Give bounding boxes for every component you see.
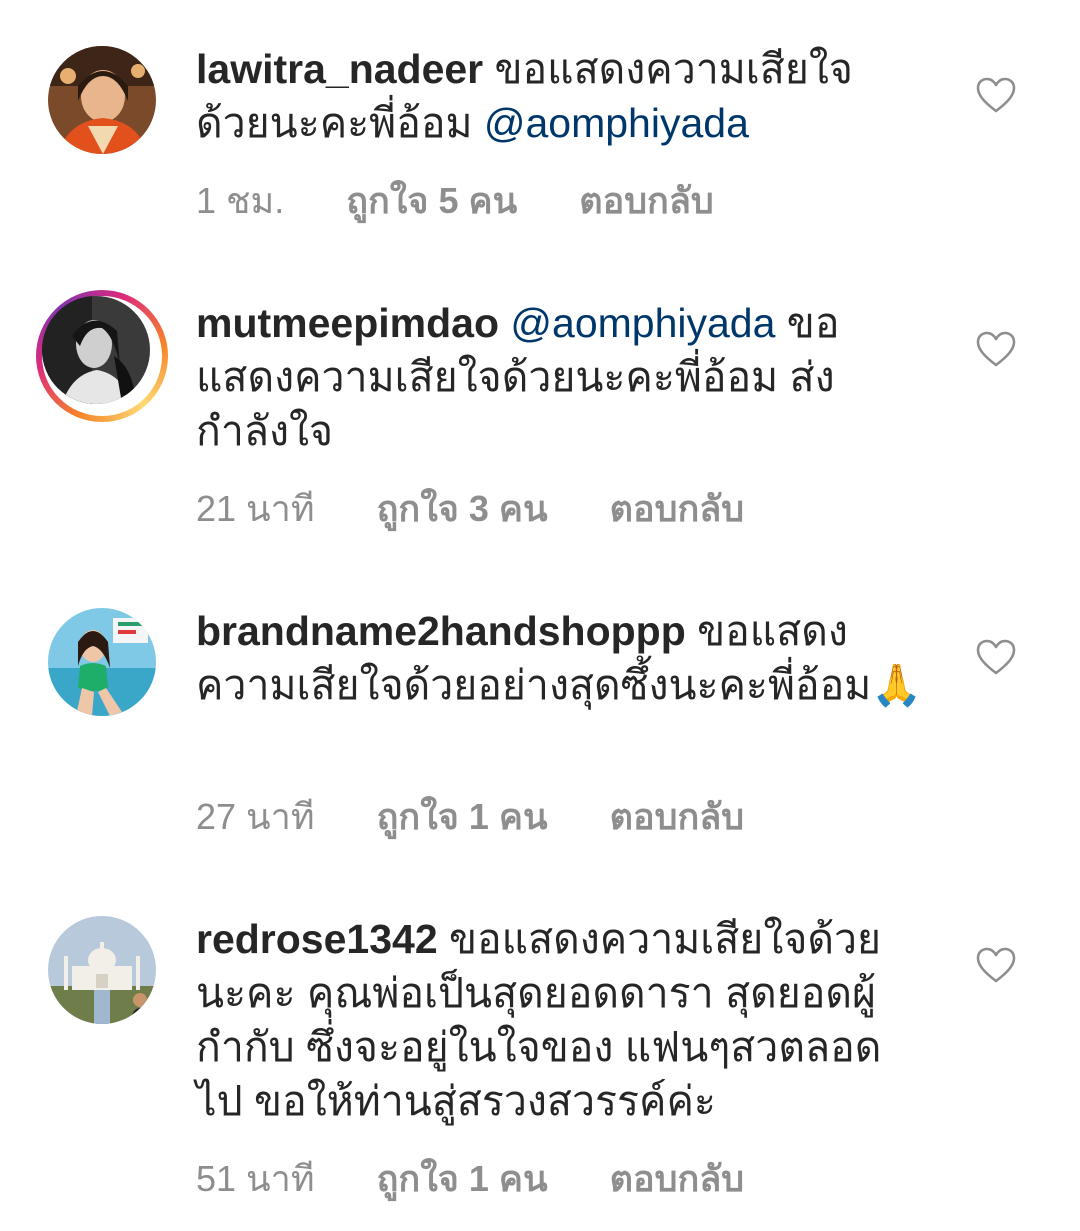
comment-body <box>499 300 510 346</box>
comment-meta: 21 นาที ถูกใจ 3 คน ตอบกลับ <box>196 480 744 537</box>
comment-likes-button[interactable]: ถูกใจ 5 คน <box>346 172 517 229</box>
avatar-photo-icon <box>42 296 150 404</box>
comment-time: 21 นาที <box>196 488 315 529</box>
comment-time: 51 นาที <box>196 1158 315 1199</box>
comment-username[interactable]: redrose1342 <box>196 916 438 962</box>
avatar-photo-icon <box>48 916 156 1024</box>
story-ring[interactable] <box>36 290 168 422</box>
avatar-photo-icon <box>48 46 156 154</box>
comment-mention[interactable]: @aomphiyada <box>510 300 775 346</box>
comment-text: brandname2handshoppp ขอแสดงความเสียใจด้ว… <box>196 604 926 712</box>
avatar <box>42 296 150 404</box>
comment-text: mutmeepimdao @aomphiyada ขอแสดงความเสียใ… <box>196 296 926 458</box>
avatar-photo-icon <box>48 608 156 716</box>
comment-meta: 51 นาที ถูกใจ 1 คน ตอบกลับ <box>196 1150 744 1207</box>
comment-username[interactable]: brandname2handshoppp <box>196 608 686 654</box>
reply-button[interactable]: ตอบกลับ <box>610 1150 745 1207</box>
heart-outline-icon[interactable] <box>976 331 1016 367</box>
comment-meta: 27 นาที ถูกใจ 1 คน ตอบกลับ <box>196 788 744 845</box>
reply-button[interactable]: ตอบกลับ <box>610 480 745 537</box>
avatar[interactable] <box>48 46 156 154</box>
comment-meta: 1 ชม. ถูกใจ 5 คน ตอบกลับ <box>196 172 714 229</box>
comment-mention[interactable]: @aomphiyada <box>484 100 749 146</box>
comment-text: redrose1342 ขอแสดงความเสียใจด้วยนะคะ คุณ… <box>196 912 926 1128</box>
avatar[interactable] <box>48 608 156 716</box>
heart-outline-icon[interactable] <box>976 947 1016 983</box>
heart-outline-icon[interactable] <box>976 639 1016 675</box>
comment-time: 27 นาที <box>196 796 315 837</box>
reply-button[interactable]: ตอบกลับ <box>579 172 714 229</box>
comment-likes-button[interactable]: ถูกใจ 1 คน <box>377 788 548 845</box>
comment-username[interactable]: lawitra_nadeer <box>196 46 483 92</box>
comment-likes-button[interactable]: ถูกใจ 3 คน <box>377 480 548 537</box>
reply-button[interactable]: ตอบกลับ <box>610 788 745 845</box>
comment-text: lawitra_nadeer ขอแสดงความเสียใจด้วยนะคะพ… <box>196 42 926 150</box>
comment-username[interactable]: mutmeepimdao <box>196 300 499 346</box>
comment-likes-button[interactable]: ถูกใจ 1 คน <box>377 1150 548 1207</box>
heart-outline-icon[interactable] <box>976 77 1016 113</box>
avatar[interactable] <box>48 916 156 1024</box>
comment-time: 1 ชม. <box>196 180 285 221</box>
